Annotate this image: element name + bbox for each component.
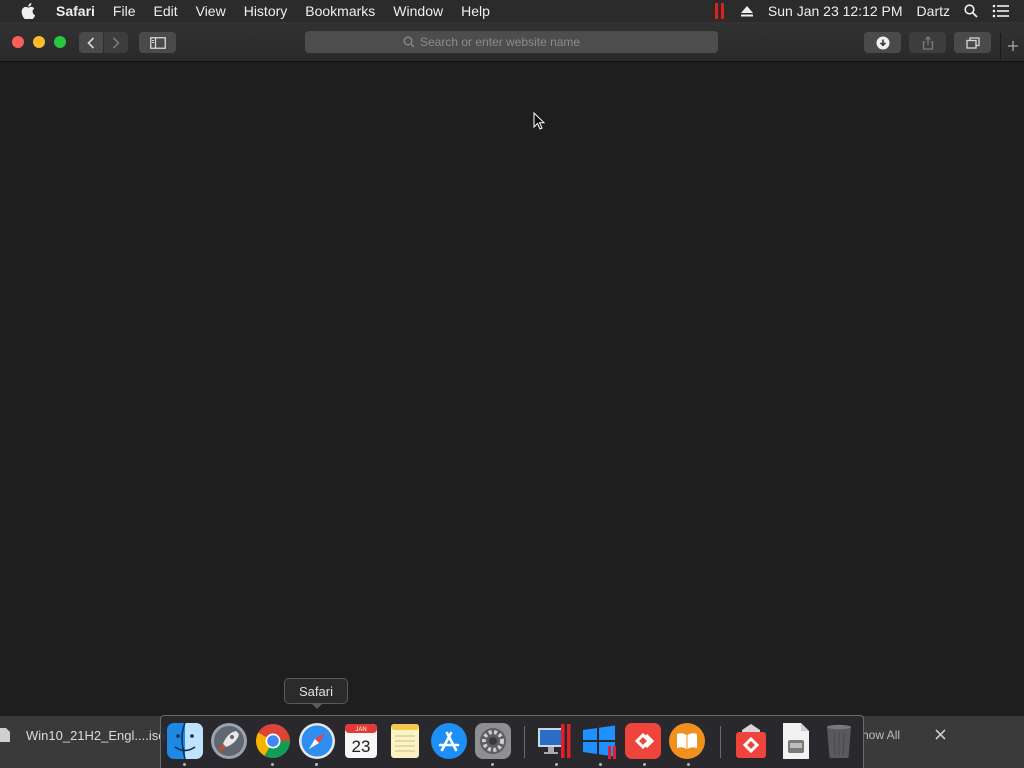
- close-icon: [934, 728, 946, 740]
- mouse-cursor-icon: [533, 111, 546, 135]
- chrome-icon[interactable]: [254, 722, 292, 760]
- plus-icon: [1007, 41, 1018, 51]
- menu-app-name[interactable]: Safari: [56, 0, 104, 22]
- menu-bar: Safari File Edit View History Bookmarks …: [0, 0, 1024, 22]
- running-indicator: [183, 763, 186, 766]
- running-indicator: [555, 763, 558, 766]
- clock[interactable]: Sun Jan 23 12:12 PM: [768, 3, 903, 19]
- show-tabs-button[interactable]: [954, 32, 991, 53]
- chevron-right-icon: [112, 36, 120, 49]
- tabs-overview-icon: [965, 36, 980, 49]
- windows-icon[interactable]: [580, 722, 618, 760]
- running-indicator: [643, 763, 646, 766]
- web-content-area[interactable]: [0, 62, 1024, 716]
- apple-icon[interactable]: [0, 3, 56, 19]
- menu-file[interactable]: File: [104, 0, 145, 22]
- trash-icon[interactable]: [820, 722, 858, 760]
- download-icon: [876, 36, 889, 49]
- share-button[interactable]: [909, 32, 946, 53]
- status-area: Sun Jan 23 12:12 PM Dartz: [714, 0, 1024, 22]
- safari-icon[interactable]: [298, 722, 336, 760]
- safari-toolbar: [0, 22, 1024, 62]
- spotlight-icon[interactable]: [964, 4, 978, 18]
- eject-icon[interactable]: [740, 5, 754, 17]
- preview-document-icon[interactable]: [776, 722, 814, 760]
- menu-view[interactable]: View: [187, 0, 235, 22]
- app-store-icon[interactable]: [430, 722, 468, 760]
- calendar-day: 23: [352, 737, 371, 756]
- parallels-icon[interactable]: [536, 722, 574, 760]
- user-name[interactable]: Dartz: [917, 3, 950, 19]
- calendar-icon[interactable]: JAN 23: [342, 722, 380, 760]
- download-file-name[interactable]: Win10_21H2_Engl....iso: [26, 728, 165, 743]
- back-button[interactable]: [79, 32, 103, 53]
- menu-history[interactable]: History: [235, 0, 297, 22]
- dock: JAN 23: [160, 715, 864, 768]
- close-downloads-button[interactable]: [930, 724, 950, 744]
- notes-icon[interactable]: [386, 722, 424, 760]
- running-indicator: [491, 763, 494, 766]
- anydesk-icon[interactable]: [624, 722, 662, 760]
- dock-separator: [524, 726, 525, 758]
- running-indicator: [271, 763, 274, 766]
- calendar-month: JAN: [355, 727, 366, 733]
- downloads-button[interactable]: [864, 32, 901, 53]
- menu-help[interactable]: Help: [452, 0, 499, 22]
- dock-separator: [720, 726, 721, 758]
- forward-button[interactable]: [104, 32, 128, 53]
- anydesk-installer-icon[interactable]: [732, 722, 770, 760]
- launchpad-icon[interactable]: [210, 722, 248, 760]
- dock-tooltip-label: Safari: [299, 683, 333, 699]
- share-icon: [922, 35, 933, 50]
- sidebar-toggle-button[interactable]: [139, 32, 176, 53]
- show-all-button[interactable]: how All: [862, 722, 900, 748]
- search-icon: [403, 36, 415, 48]
- running-indicator: [599, 763, 602, 766]
- download-item[interactable]: Win10_21H2_Engl....iso: [0, 722, 165, 748]
- dock-tooltip: Safari: [284, 678, 348, 709]
- finder-icon[interactable]: [166, 722, 204, 760]
- sidebar-icon: [149, 36, 166, 49]
- running-indicator: [687, 763, 690, 766]
- system-preferences-icon[interactable]: [474, 722, 512, 760]
- running-indicator: [315, 763, 318, 766]
- menu-bookmarks[interactable]: Bookmarks: [296, 0, 384, 22]
- parallels-status-icon[interactable]: [714, 3, 726, 19]
- address-bar[interactable]: [305, 31, 718, 53]
- minimize-window-button[interactable]: [33, 36, 45, 48]
- books-icon[interactable]: [668, 722, 706, 760]
- menu-edit[interactable]: Edit: [144, 0, 186, 22]
- chevron-left-icon: [87, 36, 95, 49]
- close-window-button[interactable]: [12, 36, 24, 48]
- address-input[interactable]: [420, 35, 620, 49]
- menu-window[interactable]: Window: [384, 0, 452, 22]
- document-icon: [0, 728, 10, 742]
- notification-center-icon[interactable]: [992, 4, 1010, 18]
- maximize-window-button[interactable]: [54, 36, 66, 48]
- new-tab-button[interactable]: [1000, 33, 1024, 59]
